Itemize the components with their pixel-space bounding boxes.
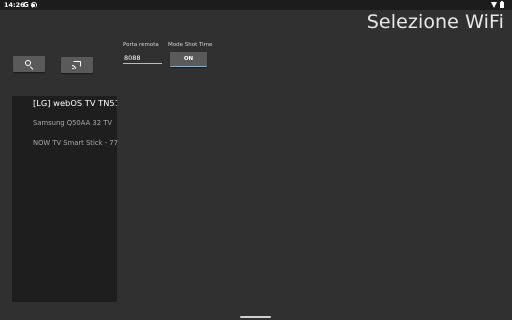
mode-toggle-label: Mode Shot Time	[168, 42, 213, 48]
app-notification-icon	[31, 2, 37, 8]
device-list[interactable]: [LG] webOS TV TN510 Samsung Q50AA 32 TV …	[12, 96, 117, 302]
device-list-item[interactable]: Samsung Q50AA 32 TV	[12, 114, 117, 132]
cast-button[interactable]	[61, 57, 93, 73]
port-label: Porta remota	[123, 42, 159, 48]
toggle-state-text: ON	[183, 56, 194, 62]
wifi-icon	[491, 2, 497, 8]
page-title: Selezione WiFi	[366, 11, 504, 33]
search-icon	[25, 60, 33, 70]
search-button[interactable]	[13, 56, 45, 72]
device-list-item[interactable]: NOW TV Smart Stick - 77%	[12, 134, 117, 152]
status-time: 14:26	[4, 1, 25, 9]
cast-icon	[72, 61, 82, 70]
battery-icon	[500, 1, 504, 8]
port-input[interactable]	[123, 53, 162, 64]
status-bar: 14:26 G	[0, 0, 512, 10]
google-g-icon: G	[23, 1, 29, 9]
gesture-nav-handle[interactable]	[240, 316, 271, 318]
app-screen: 14:26 G Selezione WiFi Porta remota Mode…	[0, 0, 512, 320]
device-list-item[interactable]: [LG] webOS TV TN510	[12, 96, 117, 112]
mode-toggle-button[interactable]: ON	[170, 52, 207, 67]
